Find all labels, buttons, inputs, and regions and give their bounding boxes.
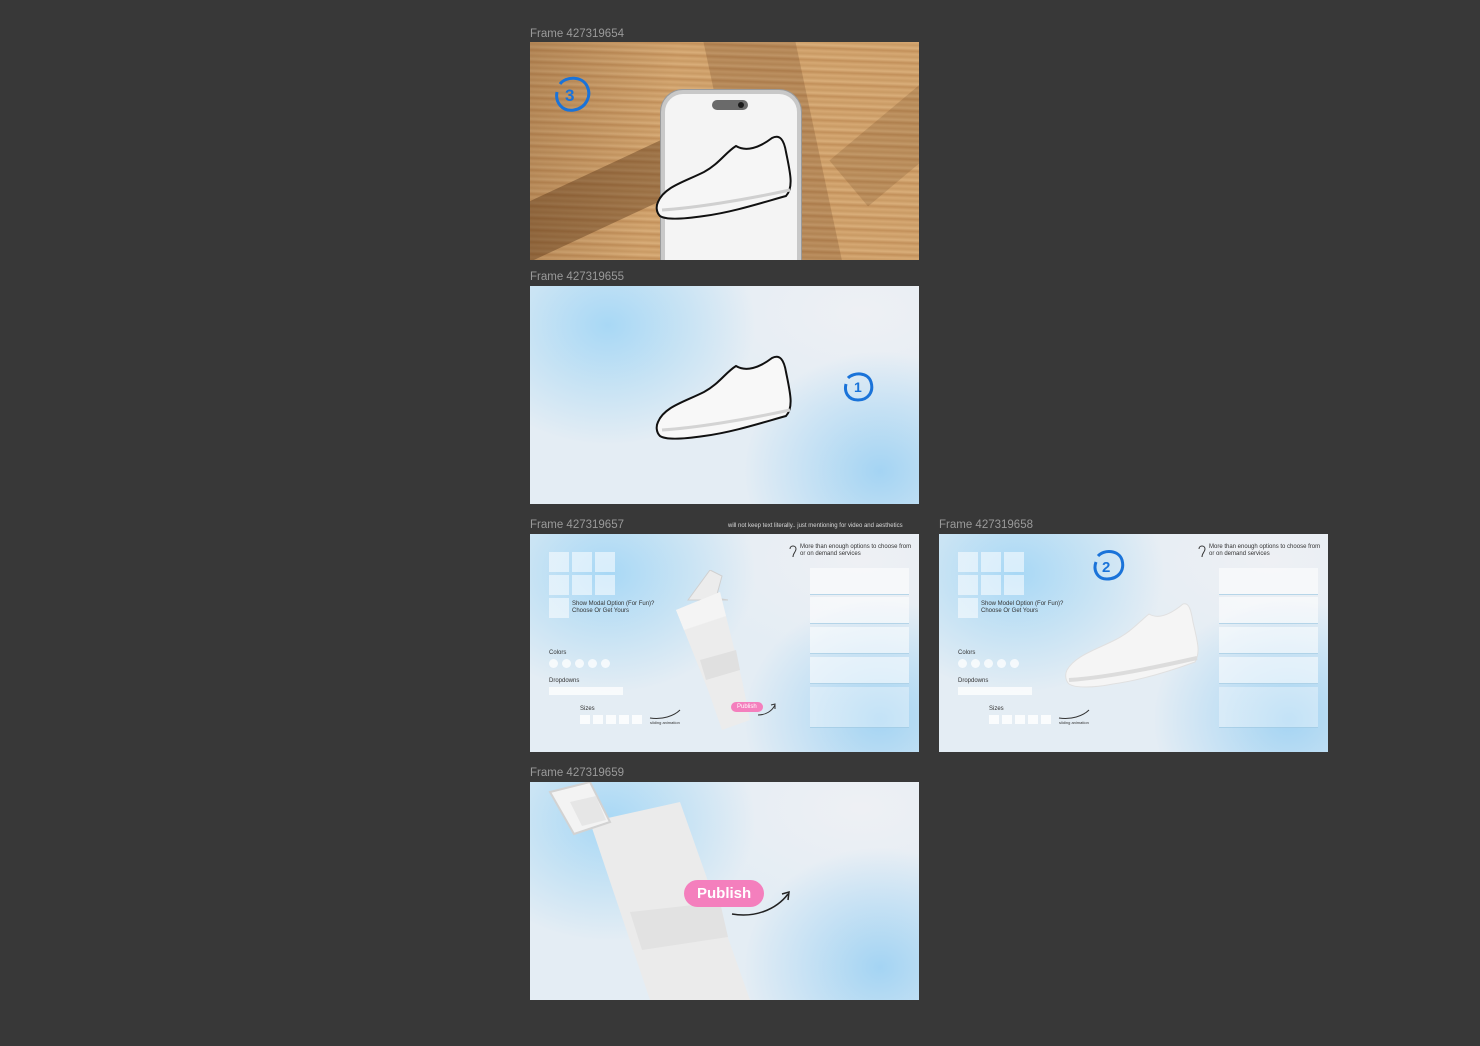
option-panel[interactable]	[1219, 568, 1318, 595]
colors-label: Colors	[549, 650, 567, 656]
color-swatch[interactable]	[958, 659, 967, 668]
shadow-band	[829, 57, 919, 207]
color-swatch[interactable]	[1010, 659, 1019, 668]
grid-square	[572, 552, 592, 572]
grid-square	[549, 552, 569, 572]
color-swatch[interactable]	[997, 659, 1006, 668]
frame-label[interactable]: Frame 427319654	[530, 28, 624, 40]
size-option[interactable]	[1002, 715, 1012, 724]
size-option[interactable]	[1015, 715, 1025, 724]
grid-square	[981, 575, 1001, 595]
svg-text:1: 1	[854, 379, 862, 395]
grid-square	[595, 575, 615, 595]
dropdowns-label: Dropdowns	[549, 678, 580, 684]
size-option[interactable]	[1028, 715, 1038, 724]
frame-shoe[interactable]: 1	[530, 286, 919, 504]
annotation-1-icon: 1	[844, 372, 874, 402]
options-note: More than enough options to choose from …	[800, 544, 912, 557]
size-option[interactable]	[1041, 715, 1051, 724]
size-option[interactable]	[593, 715, 603, 724]
option-panel[interactable]	[1219, 627, 1318, 654]
option-panel[interactable]	[810, 687, 909, 728]
shoe-image	[1065, 603, 1199, 688]
grid-square	[958, 575, 978, 595]
option-panel[interactable]	[810, 568, 909, 595]
grid-square	[958, 598, 978, 618]
option-panel[interactable]	[1219, 657, 1318, 684]
frame-label[interactable]: Frame 427319658	[939, 519, 1033, 531]
frame-note: will not keep text literally.. just ment…	[728, 523, 903, 529]
frame-label[interactable]: Frame 427319657	[530, 519, 624, 531]
option-panel[interactable]	[810, 597, 909, 624]
size-option[interactable]	[580, 715, 590, 724]
color-swatch[interactable]	[971, 659, 980, 668]
colors-label: Colors	[958, 650, 976, 656]
grid-square	[981, 552, 1001, 572]
color-swatch[interactable]	[549, 659, 558, 668]
grid-square	[1004, 575, 1024, 595]
sizes-label: Sizes	[580, 706, 595, 712]
dropdown[interactable]	[958, 687, 1032, 695]
grid-square	[1004, 552, 1024, 572]
shoe-sketch	[655, 355, 792, 440]
option-panel[interactable]	[810, 657, 909, 684]
option-panel[interactable]	[1219, 597, 1318, 624]
sizes-label: Sizes	[989, 706, 1004, 712]
hand-drawn-arrow-icon	[1198, 545, 1206, 558]
dropdowns-label: Dropdowns	[958, 678, 989, 684]
frame-wood-phone[interactable]: 3	[530, 42, 919, 260]
size-option[interactable]	[606, 715, 616, 724]
curve-arrow-icon	[731, 890, 790, 916]
color-swatch[interactable]	[575, 659, 584, 668]
color-swatch[interactable]	[562, 659, 571, 668]
dynamic-island	[712, 100, 748, 110]
color-swatch[interactable]	[601, 659, 610, 668]
color-swatch[interactable]	[588, 659, 597, 668]
frame-label[interactable]: Frame 427319659	[530, 767, 624, 779]
frame-bottle-ui[interactable]: Show Modal Option (For Fun)? Choose Or G…	[530, 534, 919, 752]
options-note: More than enough options to choose from …	[1209, 544, 1321, 557]
grid-square	[549, 575, 569, 595]
frame-bottle-closeup[interactable]: Publish	[530, 782, 919, 1000]
annotation-3-icon: 3	[555, 76, 591, 112]
hand-drawn-arrow-icon	[789, 545, 797, 558]
grid-square	[595, 552, 615, 572]
svg-text:2: 2	[1102, 559, 1110, 576]
curve-arrow-icon	[757, 703, 776, 716]
shoe-sketch	[655, 135, 792, 220]
option-panel[interactable]	[1219, 687, 1318, 728]
size-option[interactable]	[989, 715, 999, 724]
svg-text:3: 3	[565, 86, 574, 105]
frame-label[interactable]: Frame 427319655	[530, 271, 624, 283]
color-swatch[interactable]	[984, 659, 993, 668]
size-option[interactable]	[619, 715, 629, 724]
modal-option-text: Show Modal Option (For Fun)? Choose Or G…	[572, 601, 655, 614]
dropdown[interactable]	[549, 687, 623, 695]
grid-square	[958, 552, 978, 572]
size-option[interactable]	[632, 715, 642, 724]
grid-square	[572, 575, 592, 595]
annotation-2-icon: 2	[1093, 550, 1125, 581]
option-panel[interactable]	[810, 627, 909, 654]
frame-shoe-ui[interactable]: Show Model Option (For Fun)? Choose Or G…	[939, 534, 1328, 752]
scroll-note: sliding animation	[1059, 720, 1089, 725]
grid-square	[549, 598, 569, 618]
